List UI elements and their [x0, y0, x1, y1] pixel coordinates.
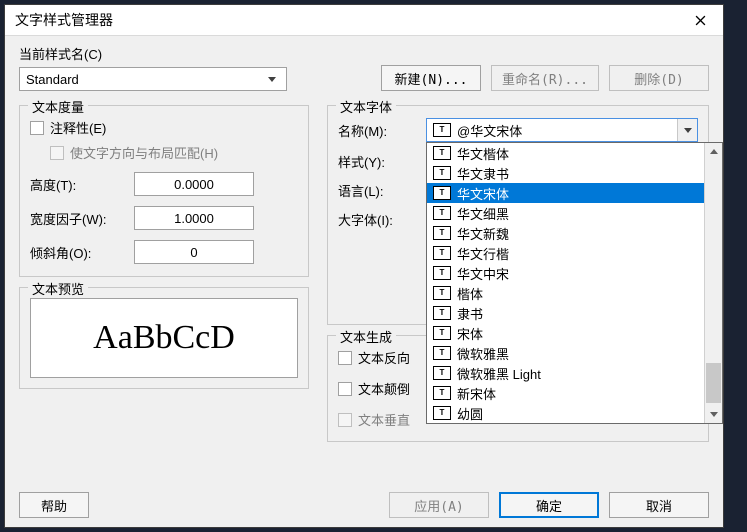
font-option-label: 新宋体 — [457, 384, 496, 403]
new-button[interactable]: 新建(N)... — [381, 65, 481, 91]
font-option[interactable]: T 华文新魏 — [427, 223, 722, 243]
text-font-group: 文本字体 名称(M): T @华文宋体 — [327, 105, 709, 325]
match-layout-checkbox: 使文字方向与布局匹配(H) — [50, 143, 298, 162]
height-label: 高度(T): — [30, 175, 126, 194]
font-option[interactable]: T 华文宋体 — [427, 183, 722, 203]
chevron-down-icon — [677, 119, 697, 141]
text-measure-title: 文本度量 — [28, 97, 88, 116]
title-bar: 文字样式管理器 — [5, 5, 723, 36]
truetype-icon: T — [433, 123, 451, 137]
font-option[interactable]: T 华文中宋 — [427, 263, 722, 283]
bigfont-label: 大字体(I): — [338, 210, 418, 229]
close-icon — [695, 15, 706, 26]
font-option[interactable]: T 华文楷体 — [427, 143, 722, 163]
truetype-icon: T — [433, 206, 451, 220]
font-option-label: 华文宋体 — [457, 184, 509, 203]
checkbox-icon — [338, 413, 352, 427]
truetype-icon: T — [433, 406, 451, 420]
chevron-down-icon — [263, 68, 280, 90]
font-option-label: 宋体 — [457, 324, 483, 343]
truetype-icon: T — [433, 246, 451, 260]
font-name-value: @华文宋体 — [457, 121, 522, 140]
truetype-icon: T — [433, 306, 451, 320]
width-factor-label: 宽度因子(W): — [30, 209, 126, 228]
font-option[interactable]: T 华文细黑 — [427, 203, 722, 223]
text-gen-title: 文本生成 — [336, 327, 396, 346]
font-option[interactable]: T 微软雅黑 Light — [427, 363, 722, 383]
font-name-label: 名称(M): — [338, 121, 418, 140]
font-option[interactable]: T 宋体 — [427, 323, 722, 343]
text-preview-group: 文本预览 AaBbCcD — [19, 287, 309, 389]
annotative-checkbox[interactable]: 注释性(E) — [30, 118, 298, 137]
font-name-select[interactable]: T @华文宋体 — [426, 118, 698, 142]
font-style-label: 样式(Y): — [338, 152, 418, 171]
oblique-label: 倾斜角(O): — [30, 243, 126, 262]
truetype-icon: T — [433, 326, 451, 340]
ok-button[interactable]: 确定 — [499, 492, 599, 518]
font-option-label: 华文楷体 — [457, 144, 509, 163]
font-option-label: 华文新魏 — [457, 224, 509, 243]
font-option[interactable]: T 楷体 — [427, 283, 722, 303]
current-style-select[interactable]: Standard — [19, 67, 287, 91]
truetype-icon: T — [433, 146, 451, 160]
rename-button: 重命名(R)... — [491, 65, 599, 91]
font-option-label: 华文隶书 — [457, 164, 509, 183]
text-preview-title: 文本预览 — [28, 279, 88, 298]
truetype-icon: T — [433, 286, 451, 300]
checkbox-icon — [50, 146, 64, 160]
font-option-label: 华文细黑 — [457, 204, 509, 223]
dialog-window: 文字样式管理器 当前样式名(C) Standard 新建(N)... 重命名(R… — [4, 4, 724, 528]
font-option-label: 微软雅黑 Light — [457, 364, 541, 383]
font-lang-label: 语言(L): — [338, 181, 418, 200]
apply-button: 应用(A) — [389, 492, 489, 518]
font-option-label: 隶书 — [457, 304, 483, 323]
font-option-label: 幼圆 — [457, 404, 483, 423]
truetype-icon: T — [433, 226, 451, 240]
text-measure-group: 文本度量 注释性(E) 使文字方向与布局匹配(H) 高度(T): 宽度因 — [19, 105, 309, 277]
font-option-label: 华文行楷 — [457, 244, 509, 263]
truetype-icon: T — [433, 166, 451, 180]
height-input[interactable] — [134, 172, 254, 196]
close-button[interactable] — [678, 5, 723, 35]
help-button[interactable]: 帮助 — [19, 492, 89, 518]
font-option[interactable]: T 隶书 — [427, 303, 722, 323]
scroll-down-icon[interactable] — [706, 406, 721, 423]
truetype-icon: T — [433, 186, 451, 200]
font-option[interactable]: T 华文行楷 — [427, 243, 722, 263]
preview-sample: AaBbCcD — [93, 319, 235, 357]
truetype-icon: T — [433, 386, 451, 400]
font-option-label: 楷体 — [457, 284, 483, 303]
font-option[interactable]: T 微软雅黑 — [427, 343, 722, 363]
font-option[interactable]: T 华文隶书 — [427, 163, 722, 183]
width-factor-input[interactable] — [134, 206, 254, 230]
font-dropdown-list[interactable]: T华文楷体T华文隶书T华文宋体T华文细黑T华文新魏T华文行楷T华文中宋T楷体T隶… — [426, 142, 723, 424]
scrollbar[interactable] — [704, 143, 722, 423]
truetype-icon: T — [433, 266, 451, 280]
delete-button: 删除(D) — [609, 65, 709, 91]
preview-box: AaBbCcD — [30, 298, 298, 378]
cancel-button[interactable]: 取消 — [609, 492, 709, 518]
font-option-label: 华文中宋 — [457, 264, 509, 283]
font-option[interactable]: T 幼圆 — [427, 403, 722, 423]
truetype-icon: T — [433, 346, 451, 360]
scroll-up-icon[interactable] — [706, 143, 721, 160]
current-style-label: 当前样式名(C) — [19, 44, 289, 63]
truetype-icon: T — [433, 366, 451, 380]
checkbox-icon — [338, 351, 352, 365]
scroll-thumb[interactable] — [706, 363, 721, 403]
font-option[interactable]: T 新宋体 — [427, 383, 722, 403]
font-option-label: 微软雅黑 — [457, 344, 509, 363]
oblique-input[interactable] — [134, 240, 254, 264]
checkbox-icon — [30, 121, 44, 135]
dialog-title: 文字样式管理器 — [15, 10, 113, 30]
current-style-value: Standard — [26, 72, 79, 87]
text-font-title: 文本字体 — [336, 97, 396, 116]
checkbox-icon — [338, 382, 352, 396]
